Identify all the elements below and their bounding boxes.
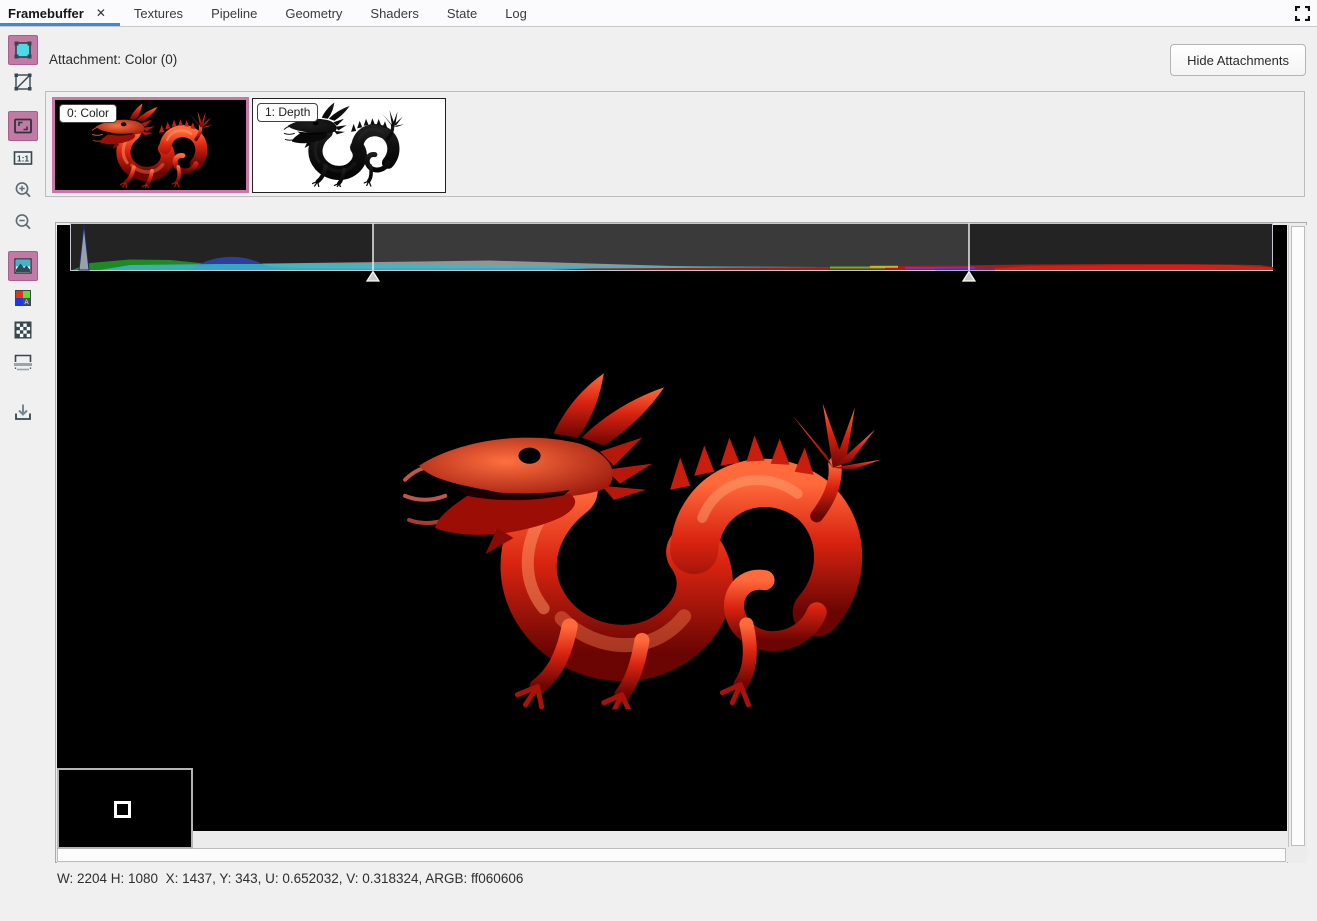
pixel-status-bar: W: 2204 H: 1080 X: 1437, Y: 343, U: 0.65… (57, 871, 523, 886)
tab-textures[interactable]: Textures (120, 0, 197, 26)
dragon-render (401, 367, 883, 709)
picked-pixel-marker (114, 801, 131, 818)
actual-size-icon[interactable]: 1:1 (8, 143, 38, 173)
texture-viewport (55, 222, 1307, 863)
viewer-toolbar: 1:1 (0, 27, 45, 921)
tabbar-spacer (541, 0, 1287, 26)
vertical-scrollbar[interactable] (1288, 225, 1307, 847)
zoom-to-fit-icon[interactable] (8, 111, 38, 141)
attachment-thumb-depth[interactable]: 1: Depth (252, 98, 446, 193)
attachment-badge: 1: Depth (257, 103, 318, 122)
attachment-thumb-color[interactable]: 0: Color (52, 97, 249, 193)
tab-framebuffer[interactable]: Framebuffer ✕ (0, 0, 120, 26)
attachment-label: Attachment: Color (0) (49, 52, 177, 67)
zoom-in-icon[interactable] (8, 175, 38, 205)
zoom-out-icon[interactable] (8, 207, 38, 237)
color-channels-icon[interactable]: A (8, 283, 38, 313)
render-canvas[interactable] (57, 225, 1287, 831)
svg-text:A: A (24, 300, 28, 306)
render-image-icon[interactable] (8, 251, 38, 281)
horizontal-scrollbar-thumb[interactable] (57, 848, 1286, 862)
attachment-badge: 0: Color (59, 104, 117, 123)
range-histogram[interactable] (70, 223, 1273, 283)
alpha-checker-icon[interactable] (8, 315, 38, 345)
tab-bar: Framebuffer ✕ Textures Pipeline Geometry… (0, 0, 1317, 27)
tab-state[interactable]: State (433, 0, 491, 26)
fullscreen-icon[interactable] (1287, 0, 1317, 26)
tab-shaders[interactable]: Shaders (356, 0, 432, 26)
solid-shaded-icon[interactable] (8, 35, 38, 65)
slice-range-icon[interactable] (8, 347, 38, 377)
tab-label: Framebuffer (8, 6, 84, 21)
vertical-scrollbar-thumb[interactable] (1291, 226, 1305, 846)
wireframe-icon[interactable] (8, 67, 38, 97)
tab-pipeline[interactable]: Pipeline (197, 0, 271, 26)
pixel-context-view[interactable] (57, 768, 193, 849)
horizontal-scrollbar[interactable] (57, 847, 1287, 863)
attachment-strip: 0: Color 1: Depth (45, 91, 1305, 197)
save-image-icon[interactable] (8, 397, 38, 427)
tab-log[interactable]: Log (491, 0, 541, 26)
tab-geometry[interactable]: Geometry (271, 0, 356, 26)
hide-attachments-button[interactable]: Hide Attachments (1170, 44, 1306, 76)
scrollbar-corner (1288, 847, 1307, 863)
svg-text:1:1: 1:1 (16, 154, 29, 164)
close-tab-icon[interactable]: ✕ (96, 6, 106, 20)
framebuffer-viewer-window: Framebuffer ✕ Textures Pipeline Geometry… (0, 0, 1317, 921)
